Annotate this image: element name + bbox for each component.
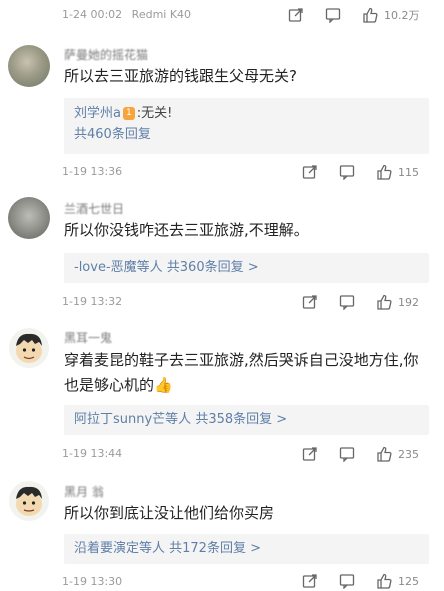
reply-preview: 刘学州a 1:无关! (64, 98, 429, 124)
post-date: 1-24 00:02 (62, 8, 123, 21)
avatar[interactable] (8, 480, 50, 522)
comment-icon[interactable] (337, 571, 357, 591)
comment-date: 1-19 13:44 (62, 447, 123, 460)
post-device: Redmi K40 (131, 8, 192, 21)
comment-icon[interactable] (337, 162, 357, 182)
thumbs-up-icon[interactable] (374, 571, 394, 591)
reply-summary[interactable]: 阿拉丁sunny芒等人 共358条回复 > (64, 405, 429, 435)
share-icon[interactable] (300, 292, 320, 312)
comment-date: 1-19 13:36 (62, 165, 123, 178)
like-count: 125 (398, 574, 419, 588)
reply-summary-box[interactable]: 沿着要演定等人 共172条回复 > (64, 534, 429, 564)
avatar[interactable] (8, 45, 50, 87)
comment-icon[interactable] (337, 444, 357, 464)
top-actions: 10.2万 (286, 5, 420, 25)
like-count: 192 (398, 295, 419, 309)
like-count: 235 (398, 447, 419, 461)
username[interactable]: 黑耳一鬼 (64, 329, 112, 346)
cartoon-face-icon (9, 481, 49, 521)
reply-summary[interactable]: 沿着要演定等人 共172条回复 > (64, 534, 429, 564)
comment-date: 1-19 13:30 (62, 575, 123, 588)
comment-icon[interactable] (337, 292, 357, 312)
like-count: 115 (398, 165, 419, 179)
share-icon[interactable] (300, 571, 320, 591)
thumbs-up-icon[interactable] (374, 444, 394, 464)
comment-text: 所以你到底让没让他们给你买房 (64, 504, 275, 522)
comment-actions: 125 (300, 571, 419, 591)
top-meta: 1-24 00:02 Redmi K40 (62, 8, 191, 21)
share-icon[interactable] (300, 162, 320, 182)
username[interactable]: 兰酒七世日 (64, 200, 124, 217)
comment-actions: 192 (300, 292, 419, 312)
reply-summary-box[interactable]: -love-恶魔等人 共360条回复 > (64, 253, 429, 283)
share-icon[interactable] (286, 5, 306, 25)
reply-preview-text: :无关! (136, 106, 173, 121)
comment-actions: 235 (300, 444, 419, 464)
comment-text: 所以去三亚旅游的钱跟生父母无关? (64, 67, 297, 85)
comment-text: 穿着麦昆的鞋子去三亚旅游,然后哭诉自己没地方住,你也是够心机的👍 (64, 351, 419, 394)
thumbs-up-icon[interactable] (374, 162, 394, 182)
username[interactable]: 萨曼她的摇花猫 (64, 46, 148, 63)
username[interactable]: 黑月 翁 (64, 483, 104, 500)
comment-text: 所以你没钱咋还去三亚旅游,不理解。 (64, 221, 309, 239)
reply-author-badge: 1 (122, 107, 135, 120)
post-like-count: 10.2万 (384, 9, 420, 22)
avatar[interactable] (8, 197, 50, 239)
reply-preview-box[interactable]: 刘学州a 1:无关! 共460条回复 (64, 98, 429, 154)
reply-author[interactable]: 刘学州a (74, 106, 121, 121)
avatar[interactable] (8, 327, 50, 369)
comment-date: 1-19 13:32 (62, 295, 123, 308)
comment-icon[interactable] (323, 5, 343, 25)
reply-summary[interactable]: -love-恶魔等人 共360条回复 > (64, 253, 429, 283)
share-icon[interactable] (300, 444, 320, 464)
reply-count-link[interactable]: 共460条回复 (64, 124, 429, 146)
cartoon-face-icon (9, 328, 49, 368)
comment-actions: 115 (300, 162, 419, 182)
thumbs-up-icon[interactable] (360, 5, 380, 25)
thumbs-up-icon[interactable] (374, 292, 394, 312)
reply-summary-box[interactable]: 阿拉丁sunny芒等人 共358条回复 > (64, 405, 429, 435)
